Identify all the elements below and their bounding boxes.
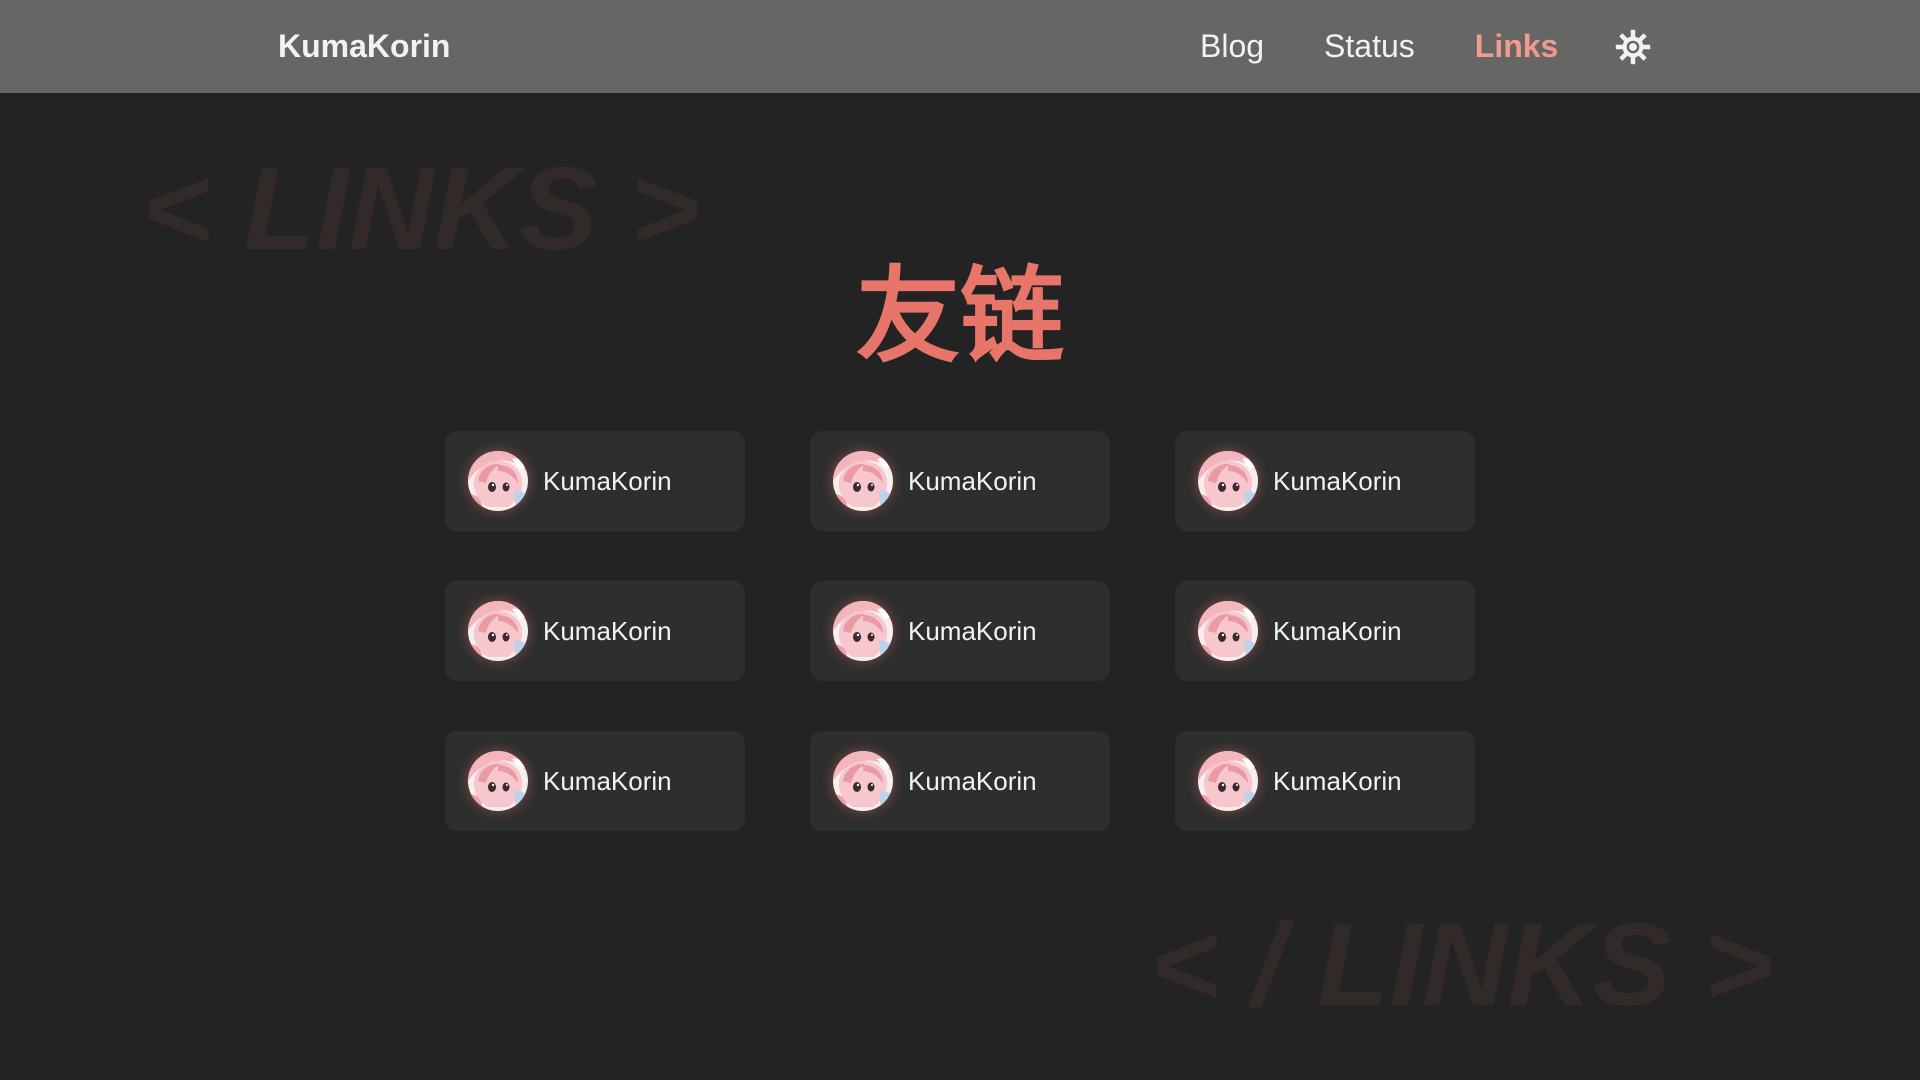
friend-link-name: KumaKorin bbox=[543, 765, 672, 796]
friend-links-grid: KumaKorin KumaKorin KumaKorin KumaKorin bbox=[445, 431, 1475, 831]
friend-link-card[interactable]: KumaKorin bbox=[810, 431, 1110, 531]
navbar: KumaKorin Blog Status Links bbox=[0, 0, 1920, 93]
nav-link-links[interactable]: Links bbox=[1475, 0, 1559, 93]
avatar-image bbox=[833, 601, 893, 661]
friend-link-name: KumaKorin bbox=[1273, 765, 1402, 796]
friend-link-card[interactable]: KumaKorin bbox=[810, 581, 1110, 681]
avatar-image bbox=[833, 751, 893, 811]
avatar-image bbox=[833, 451, 893, 511]
sun-icon bbox=[1616, 29, 1651, 64]
theme-toggle-button[interactable] bbox=[1613, 27, 1653, 67]
friend-link-name: KumaKorin bbox=[543, 615, 672, 646]
friend-link-name: KumaKorin bbox=[908, 615, 1037, 646]
nav-link-blog[interactable]: Blog bbox=[1200, 0, 1264, 93]
avatar-image bbox=[468, 751, 528, 811]
background-watermark-bottom: < / LINKS > bbox=[1150, 899, 1773, 1031]
friend-link-name: KumaKorin bbox=[543, 465, 672, 496]
page-title: 友链 bbox=[855, 259, 1064, 375]
friend-link-name: KumaKorin bbox=[908, 765, 1037, 796]
avatar-image bbox=[1198, 451, 1258, 511]
site-brand-link[interactable]: KumaKorin bbox=[278, 0, 450, 93]
friend-link-card[interactable]: KumaKorin bbox=[445, 731, 745, 831]
avatar-image bbox=[468, 601, 528, 661]
avatar-image bbox=[1198, 601, 1258, 661]
friend-link-card[interactable]: KumaKorin bbox=[1175, 581, 1475, 681]
friend-link-card[interactable]: KumaKorin bbox=[1175, 731, 1475, 831]
friend-link-card[interactable]: KumaKorin bbox=[445, 581, 745, 681]
friend-link-card[interactable]: KumaKorin bbox=[1175, 431, 1475, 531]
avatar-image bbox=[1198, 751, 1258, 811]
friend-link-name: KumaKorin bbox=[908, 465, 1037, 496]
friend-link-name: KumaKorin bbox=[1273, 465, 1402, 496]
friend-link-name: KumaKorin bbox=[1273, 615, 1402, 646]
nav-link-status[interactable]: Status bbox=[1324, 0, 1415, 93]
background-watermark-top: < LINKS > bbox=[142, 143, 700, 275]
friend-link-card[interactable]: KumaKorin bbox=[445, 431, 745, 531]
friend-link-card[interactable]: KumaKorin bbox=[810, 731, 1110, 831]
avatar-image bbox=[468, 451, 528, 511]
main-nav: Blog Status Links bbox=[1200, 0, 1653, 93]
